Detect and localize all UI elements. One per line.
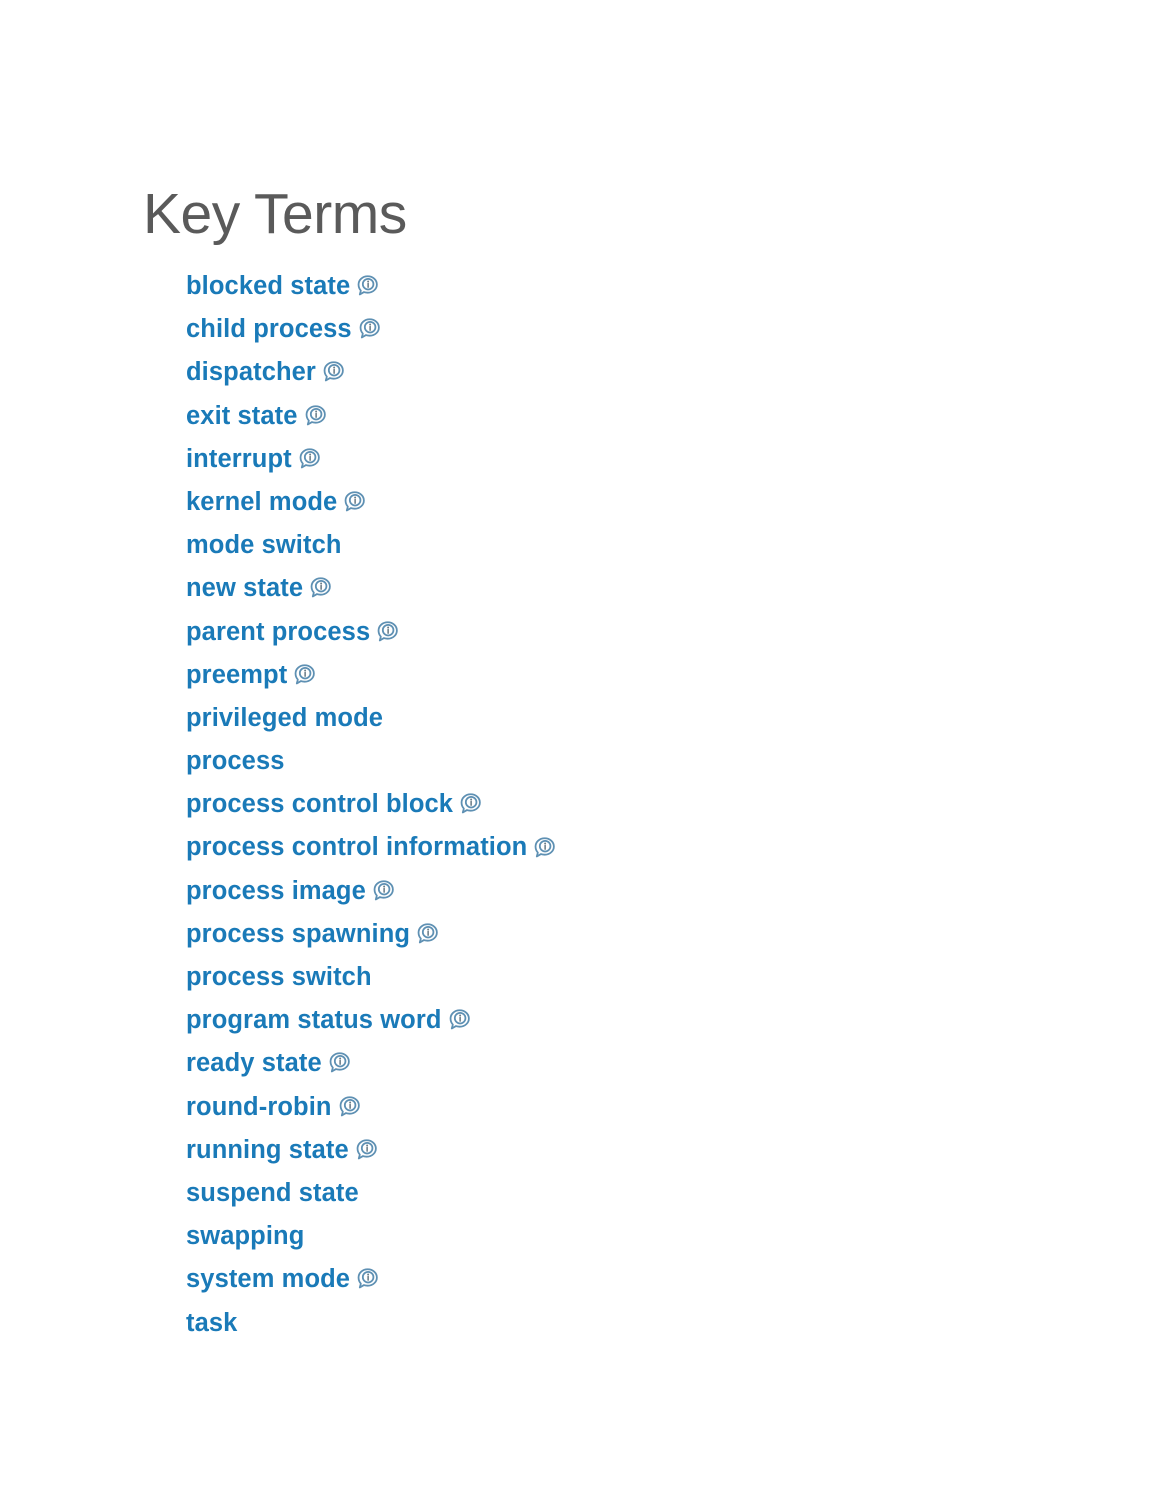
info-comment-bubble-icon[interactable] xyxy=(327,1050,352,1075)
key-term-label: system mode xyxy=(186,1265,351,1294)
key-term-label: exit state xyxy=(186,401,298,430)
info-comment-bubble-icon[interactable] xyxy=(447,1007,472,1032)
key-term-label: task xyxy=(186,1308,238,1337)
document-page: Key Terms blocked state child process disp… xyxy=(0,0,1159,1500)
key-term-item[interactable]: kernel mode xyxy=(186,481,1066,524)
info-comment-bubble-icon[interactable] xyxy=(371,878,396,903)
key-term-label: blocked state xyxy=(186,272,351,300)
info-comment-bubble-icon[interactable] xyxy=(354,1137,379,1162)
key-term-item[interactable]: process spawning xyxy=(186,913,1066,956)
key-term-item[interactable]: running state xyxy=(186,1129,1066,1172)
key-term-label: program status word xyxy=(186,1006,442,1035)
key-term-item[interactable]: program status word xyxy=(186,999,1066,1042)
info-comment-bubble-icon[interactable] xyxy=(321,359,346,384)
key-term-label: suspend state xyxy=(186,1178,359,1207)
key-term-label: ready state xyxy=(186,1049,322,1078)
key-term-label: interrupt xyxy=(186,444,292,473)
key-term-item[interactable]: privileged mode xyxy=(186,697,1066,740)
info-comment-bubble-icon[interactable] xyxy=(415,921,440,946)
key-term-item[interactable]: process image xyxy=(186,870,1066,913)
key-term-item[interactable]: blocked state xyxy=(186,265,1066,308)
key-term-item[interactable]: process switch xyxy=(186,956,1066,999)
info-comment-bubble-icon[interactable] xyxy=(532,835,557,860)
info-comment-bubble-icon[interactable] xyxy=(297,446,322,471)
key-term-label: process image xyxy=(186,876,366,905)
key-term-item[interactable]: new state xyxy=(186,567,1066,610)
key-term-label: process control block xyxy=(186,790,454,819)
key-term-label: dispatcher xyxy=(186,358,316,387)
key-term-item[interactable]: process control information xyxy=(186,826,1066,869)
info-comment-bubble-icon[interactable] xyxy=(308,575,333,600)
key-term-label: swapping xyxy=(186,1222,305,1251)
key-term-item[interactable]: interrupt xyxy=(186,438,1066,481)
key-term-label: process xyxy=(186,747,285,776)
page-title: Key Terms xyxy=(143,182,407,247)
key-term-item[interactable]: exit state xyxy=(186,395,1066,438)
key-term-item[interactable]: child process xyxy=(186,308,1066,351)
key-term-label: preempt xyxy=(186,660,288,689)
key-term-item[interactable]: system mode xyxy=(186,1258,1066,1301)
key-term-item[interactable]: preempt xyxy=(186,654,1066,697)
key-term-item[interactable]: ready state xyxy=(186,1042,1066,1085)
info-comment-bubble-icon[interactable] xyxy=(337,1094,362,1119)
key-term-label: parent process xyxy=(186,617,371,646)
key-term-label: privileged mode xyxy=(186,703,384,732)
key-term-label: new state xyxy=(186,574,304,603)
key-term-item[interactable]: swapping xyxy=(186,1215,1066,1258)
key-term-label: process spawning xyxy=(186,919,411,948)
key-term-item[interactable]: process control block xyxy=(186,783,1066,826)
key-term-item[interactable]: suspend state xyxy=(186,1172,1066,1215)
info-comment-bubble-icon[interactable] xyxy=(355,273,380,298)
key-terms-list: blocked state child process dispatcher exit… xyxy=(186,265,1066,1345)
info-comment-bubble-icon[interactable] xyxy=(375,619,400,644)
info-comment-bubble-icon[interactable] xyxy=(355,1266,380,1291)
key-term-label: child process xyxy=(186,315,352,344)
key-term-label: mode switch xyxy=(186,531,342,560)
key-term-item[interactable]: task xyxy=(186,1302,1066,1345)
key-term-item[interactable]: round-robin xyxy=(186,1086,1066,1129)
key-term-label: running state xyxy=(186,1135,349,1164)
key-term-label: round-robin xyxy=(186,1092,332,1121)
info-comment-bubble-icon[interactable] xyxy=(357,316,382,341)
key-term-item[interactable]: process xyxy=(186,740,1066,783)
key-term-item[interactable]: parent process xyxy=(186,611,1066,654)
info-comment-bubble-icon[interactable] xyxy=(292,662,317,687)
key-term-label: process control information xyxy=(186,833,528,862)
info-comment-bubble-icon[interactable] xyxy=(458,791,483,816)
key-term-label: process switch xyxy=(186,963,372,991)
info-comment-bubble-icon[interactable] xyxy=(342,489,367,514)
key-term-item[interactable]: dispatcher xyxy=(186,351,1066,394)
info-comment-bubble-icon[interactable] xyxy=(303,403,328,428)
key-term-label: kernel mode xyxy=(186,487,338,516)
key-term-item[interactable]: mode switch xyxy=(186,524,1066,567)
